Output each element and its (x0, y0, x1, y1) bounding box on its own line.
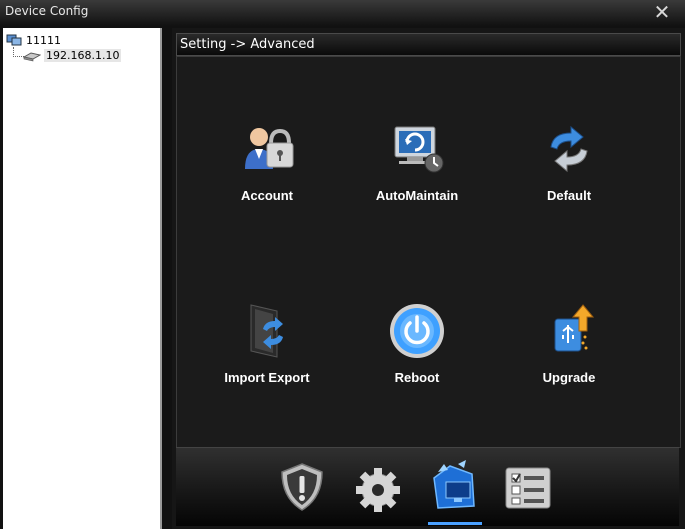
default-tile[interactable]: Default (499, 119, 639, 203)
import-export-tile[interactable]: Import Export (197, 301, 337, 385)
upgrade-tile[interactable]: Upgrade (499, 301, 639, 385)
checklist-icon (505, 467, 551, 509)
power-icon (390, 304, 444, 358)
shield-alert-icon (281, 463, 323, 511)
refresh-arrows-icon (550, 125, 588, 173)
tree-root-label: 11111 (26, 33, 61, 47)
gear-icon (356, 468, 400, 512)
account-label: Account (241, 188, 293, 203)
door-arrows-icon (250, 304, 283, 358)
nav-system[interactable] (352, 458, 404, 516)
advanced-tools-icon (433, 460, 475, 509)
window-title: Device Config (5, 4, 89, 18)
breadcrumb-text: Setting -> Advanced (180, 37, 315, 52)
reboot-tile[interactable]: Reboot (347, 301, 487, 385)
nav-alarm[interactable] (276, 458, 328, 516)
breadcrumb: Setting -> Advanced (176, 33, 681, 56)
tree-root-item[interactable]: 11111 (6, 33, 61, 47)
account-tile[interactable]: Account (197, 119, 337, 203)
config-panel: Setting -> Advanced Account AutoMaintain… (172, 28, 685, 529)
close-icon[interactable]: ✕ (653, 2, 671, 22)
usb-upgrade-icon (554, 304, 595, 352)
upgrade-label: Upgrade (542, 370, 596, 385)
nav-advanced[interactable] (428, 458, 480, 516)
bottom-nav (176, 447, 679, 526)
reboot-label: Reboot (394, 370, 440, 385)
automaintain-tile[interactable]: AutoMaintain (347, 119, 487, 203)
import-export-label: Import Export (224, 370, 310, 385)
network-device-icon (23, 51, 41, 61)
tree-child-label: 192.168.1.10 (44, 49, 122, 62)
user-lock-icon (245, 128, 294, 169)
active-tab-indicator (428, 522, 482, 525)
automaintain-label: AutoMaintain (375, 188, 459, 203)
default-label: Default (546, 188, 592, 203)
advanced-grid: Account AutoMaintain Default Import Expo… (176, 56, 681, 448)
tree-child-item[interactable]: 192.168.1.10 (23, 48, 122, 63)
device-group-icon (6, 34, 22, 45)
nav-info[interactable] (502, 458, 554, 516)
device-tree: 11111 192.168.1.10 (3, 28, 162, 529)
monitor-clock-icon (394, 126, 444, 173)
title-bar: Device Config ✕ (0, 0, 685, 26)
